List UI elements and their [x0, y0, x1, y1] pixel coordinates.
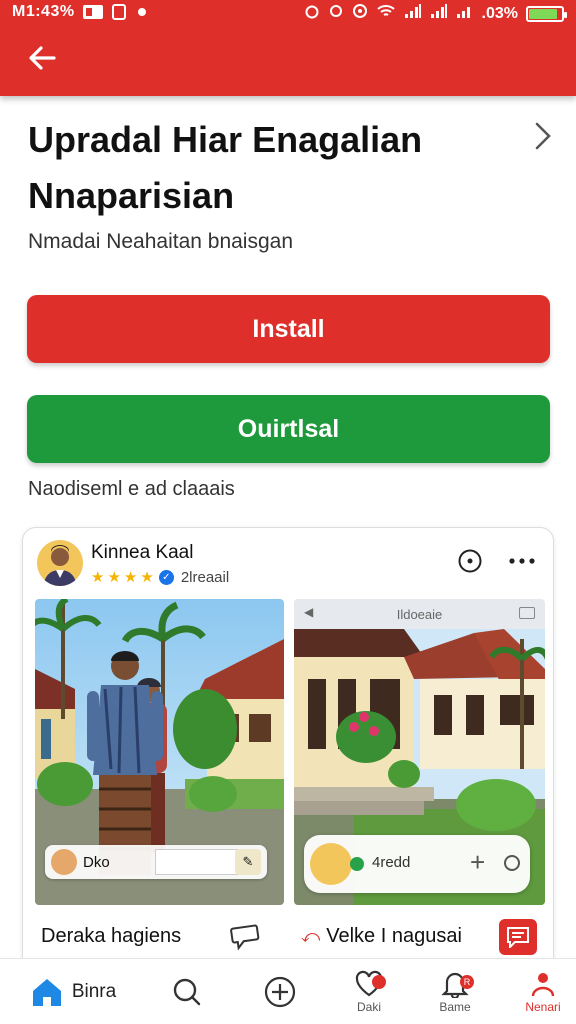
hotspot-icon [352, 3, 368, 24]
signal-icon-2 [430, 3, 448, 24]
nav-item-notifications[interactable]: R Bame [432, 959, 478, 1024]
notification-icon [82, 4, 104, 25]
overlay-label: 4redd [372, 854, 411, 871]
photo-toolbar: ◀ Ildoeaie [294, 599, 545, 629]
status-bar: M1:43% .03% [0, 0, 576, 26]
nav-likes-label: Daki [356, 1000, 381, 1014]
status-icons-right: .03% [304, 3, 567, 24]
battery-percent: .03% [481, 4, 518, 22]
back-button[interactable] [22, 40, 62, 76]
post-card[interactable]: Kinnea Kaal ★ ★ ★ ★ ✓ 2lreaail Dko ✎ ◀ I… [22, 527, 554, 987]
nav-item-add[interactable] [257, 959, 303, 1024]
app-title: Upradal Hiar Enagalian Nnaparisian [28, 119, 423, 216]
photo-tag-label: Dko [83, 853, 110, 871]
prev-icon[interactable]: ◀ [304, 605, 313, 619]
card-footer-right-label: Velke I nagusai [326, 925, 462, 947]
status-time: M1:43% [12, 3, 75, 20]
tag-image-box [155, 849, 239, 875]
dot-icon [136, 4, 148, 25]
nav-home-label: Binra [71, 981, 117, 1002]
target-icon[interactable] [457, 548, 483, 574]
online-status-icon [350, 857, 364, 871]
comment-icon[interactable] [229, 921, 261, 951]
likes-badge [372, 975, 386, 989]
search-icon [173, 978, 201, 1006]
photo-bar-label: Ildoeaie [396, 606, 443, 622]
nav-item-likes[interactable]: Daki [346, 959, 392, 1024]
home-icon [32, 979, 61, 1006]
overlay-avatar [310, 843, 352, 885]
nav-notifications-label: Bame [439, 1000, 471, 1014]
app-screen: M1:43% .03% Upradal Hiar Enagalian Nnapa… [0, 0, 576, 1024]
profile-icon [531, 973, 555, 997]
window-icon[interactable] [519, 607, 535, 619]
sim-icon [112, 4, 126, 25]
back-arrow-icon [29, 46, 56, 70]
verified-icon: ✓ [158, 569, 174, 585]
leaf-icon[interactable]: ✎ [235, 849, 261, 875]
nav-item-search[interactable] [164, 959, 210, 1024]
info-note: Naodiseml e ad claaais [28, 478, 235, 500]
sync-icon [328, 3, 344, 24]
nav-item-profile[interactable]: Nenari [518, 959, 568, 1024]
rating-count: 2lreaail [180, 568, 230, 586]
message-icon[interactable] [499, 919, 537, 955]
star-icon: ★ [140, 569, 154, 586]
alarm-icon [304, 3, 320, 24]
tag-avatar [51, 849, 77, 875]
nav-item-home[interactable]: Binra [18, 959, 128, 1024]
star-icon: ★ [123, 569, 138, 586]
signal-icon-3 [456, 3, 474, 24]
post-photo-right[interactable]: ◀ Ildoeaie 4redd + [294, 599, 545, 905]
star-icon: ★ [107, 569, 121, 586]
wifi-icon [376, 3, 396, 24]
info-icon[interactable] [504, 855, 520, 871]
photo-tag[interactable]: Dko ✎ [45, 845, 267, 879]
secondary-action-button[interactable]: Ouirtlsal [27, 395, 550, 463]
nav-profile-label: Nenari [525, 1000, 561, 1014]
add-icon[interactable]: + [470, 847, 485, 877]
app-bar: M1:43% .03% [0, 0, 576, 96]
battery-icon [526, 5, 567, 22]
notifications-badge: R [460, 975, 474, 989]
author-rating: ★ ★ ★ ★ ✓ 2lreaail [91, 568, 230, 587]
card-footer-left[interactable]: Deraka hagiens [41, 925, 181, 948]
photo-overlay-panel[interactable]: 4redd + [304, 835, 530, 893]
avatar[interactable] [37, 540, 83, 586]
more-options-icon[interactable] [507, 548, 537, 574]
chevron-right-icon[interactable] [528, 118, 558, 154]
install-button[interactable]: Install [27, 295, 550, 363]
app-subtitle: Nmadai Neahaitan bnaisgan [28, 230, 294, 253]
bottom-nav: Binra Daki R Bame Nenari [0, 958, 576, 1024]
signal-icon [404, 3, 422, 24]
star-icon: ★ [91, 569, 105, 586]
post-photo-left[interactable]: Dko ✎ [35, 599, 284, 905]
author-name[interactable]: Kinnea Kaal [91, 542, 193, 564]
add-icon [264, 976, 296, 1008]
card-footer-right[interactable]: ⤺ Velke I nagusai [301, 925, 462, 948]
share-arrow-icon: ⤺ [301, 926, 321, 946]
